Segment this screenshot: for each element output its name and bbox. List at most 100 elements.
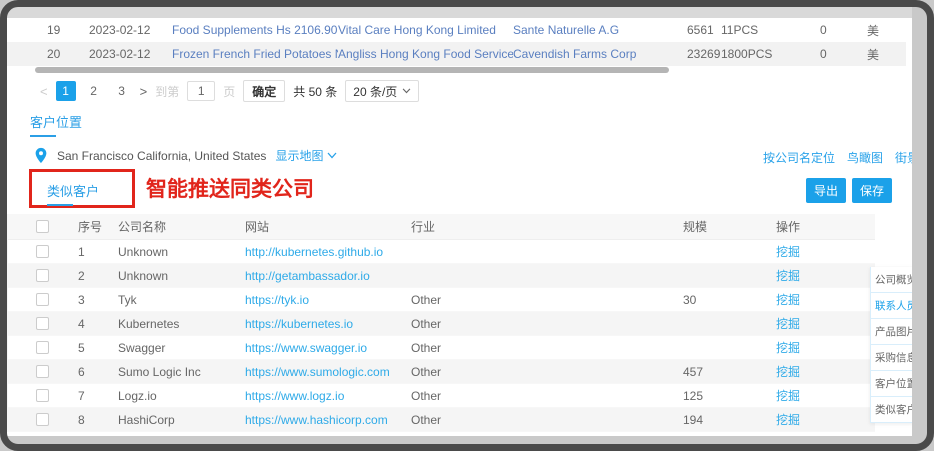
col-header-name: 公司名称 — [118, 218, 245, 235]
nav-item[interactable]: 采购信息 — [870, 345, 912, 371]
product-link[interactable]: Frozen French Fried Potatoes Net ... — [172, 47, 338, 61]
locate-by-company-link[interactable]: 按公司名定位 — [763, 149, 835, 166]
industry-value: Other — [411, 293, 683, 307]
nav-item[interactable]: 类似客户 — [870, 397, 912, 423]
row-checkbox[interactable] — [36, 269, 49, 282]
row-checkbox[interactable] — [36, 413, 49, 426]
street-view-link[interactable]: 街景 — [895, 149, 912, 166]
row-checkbox[interactable] — [36, 245, 49, 258]
table-row[interactable]: 3 Tyk https://tyk.io Other 30 挖掘 — [8, 288, 875, 312]
row-number: 3 — [78, 293, 118, 307]
consignee-link[interactable]: Vital Care Hong Kong Limited — [338, 23, 513, 37]
mine-action-link[interactable]: 挖掘 — [776, 267, 875, 284]
table-header-row: 序号 公司名称 网站 行业 规模 操作 — [8, 214, 875, 240]
industry-value: Other — [411, 389, 683, 403]
row-number: 5 — [78, 341, 118, 355]
nav-item[interactable]: 联系人员 — [870, 293, 912, 319]
table-row[interactable]: 4 Kubernetes https://kubernetes.io Other… — [8, 312, 875, 336]
scale-value: 194 — [683, 413, 776, 427]
company-name: HashiCorp — [118, 413, 245, 427]
page-content: 19 2023-02-12 Food Supplements Hs 2106.9… — [7, 7, 912, 436]
website-link[interactable]: https://kubernetes.io — [245, 317, 411, 331]
goto-page-input[interactable] — [187, 81, 215, 101]
company-name: Unknown — [118, 269, 245, 283]
birdseye-view-link[interactable]: 鸟瞰图 — [847, 149, 883, 166]
table-row[interactable]: 2 Unknown http://getambassador.io 挖掘 — [8, 264, 875, 288]
quantity-value: 11PCS — [721, 23, 820, 37]
table-row[interactable]: 19 2023-02-12 Food Supplements Hs 2106.9… — [7, 18, 906, 42]
page-number-button[interactable]: 1 — [56, 81, 76, 101]
nav-item[interactable]: 客户位置 — [870, 371, 912, 397]
table-row[interactable]: 20 2023-02-12 Frozen French Fried Potato… — [7, 42, 906, 66]
table-row[interactable]: 8 HashiCorp https://www.hashicorp.com Ot… — [8, 408, 875, 432]
page-number-button[interactable]: 2 — [84, 81, 104, 101]
title-underline — [30, 135, 56, 137]
shipper-link[interactable]: Sante Naturelle A.G — [513, 23, 687, 37]
select-all-checkbox[interactable] — [36, 220, 49, 233]
row-checkbox[interactable] — [36, 317, 49, 330]
nav-item[interactable]: 产品图片 — [870, 319, 912, 345]
shipper-link[interactable]: Cavendish Farms Corp — [513, 47, 687, 61]
confirm-page-button[interactable]: 确定 — [243, 80, 285, 102]
nav-item[interactable]: 公司概览 — [870, 267, 912, 293]
similar-customers-title-text: 类似客户 — [47, 184, 99, 199]
table-row[interactable]: 6 Sumo Logic Inc https://www.sumologic.c… — [8, 360, 875, 384]
table-row[interactable]: 7 Logz.io https://www.logz.io Other 125 … — [8, 384, 875, 408]
show-map-link[interactable]: 显示地图 — [275, 147, 337, 164]
similar-customers-title[interactable]: 类似客户 — [47, 181, 99, 206]
clipped-previous-row — [7, 7, 912, 18]
horizontal-scrollbar-thumb[interactable] — [35, 67, 669, 73]
website-link[interactable]: https://www.logz.io — [245, 389, 411, 403]
website-link[interactable]: https://www.hashicorp.com — [245, 413, 411, 427]
customer-location-title[interactable]: 客户位置 — [30, 112, 82, 137]
map-pin-icon — [34, 147, 48, 164]
col-header-industry: 行业 — [411, 218, 683, 235]
page-unit-label: 页 — [223, 83, 235, 100]
mine-action-link[interactable]: 挖掘 — [776, 291, 875, 308]
prev-page-arrow[interactable]: < — [40, 84, 48, 99]
mine-action-link[interactable]: 挖掘 — [776, 387, 875, 404]
similar-customers-table: 序号 公司名称 网站 行业 规模 操作 1 Unknown http://kub… — [7, 214, 875, 432]
next-page-arrow[interactable]: > — [140, 84, 148, 99]
export-button[interactable]: 导出 — [806, 178, 846, 203]
mine-action-link[interactable]: 挖掘 — [776, 363, 875, 380]
save-button[interactable]: 保存 — [852, 178, 892, 203]
row-number: 6 — [78, 365, 118, 379]
product-link[interactable]: Food Supplements Hs 2106.90 Cers... — [172, 23, 338, 37]
row-checkbox[interactable] — [36, 293, 49, 306]
weight-value: 23269 — [687, 47, 721, 61]
website-link[interactable]: http://getambassador.io — [245, 269, 411, 283]
consignee-link[interactable]: Angliss Hong Kong Food Service Ltd — [338, 47, 513, 61]
page-number-button[interactable]: 3 — [112, 81, 132, 101]
mine-action-link[interactable]: 挖掘 — [776, 411, 875, 428]
industry-value: Other — [411, 413, 683, 427]
website-link[interactable]: https://www.sumologic.com — [245, 365, 411, 379]
mine-action-link[interactable]: 挖掘 — [776, 339, 875, 356]
mine-action-link[interactable]: 挖掘 — [776, 243, 875, 260]
col-header-website: 网站 — [245, 218, 411, 235]
country-value: 美 — [867, 46, 906, 63]
company-name: Tyk — [118, 293, 245, 307]
scale-value: 457 — [683, 365, 776, 379]
website-link[interactable]: http://kubernetes.github.io — [245, 245, 411, 259]
row-checkbox[interactable] — [36, 389, 49, 402]
row-number: 8 — [78, 413, 118, 427]
mine-action-link[interactable]: 挖掘 — [776, 315, 875, 332]
table-row[interactable]: 1 Unknown http://kubernetes.github.io 挖掘 — [8, 240, 875, 264]
row-number: 2 — [78, 269, 118, 283]
row-checkbox[interactable] — [36, 341, 49, 354]
location-text: San Francisco California, United States — [57, 149, 266, 163]
page-size-select[interactable]: 20 条/页 — [345, 80, 419, 102]
website-link[interactable]: https://tyk.io — [245, 293, 411, 307]
website-link[interactable]: https://www.swagger.io — [245, 341, 411, 355]
table-row[interactable]: 5 Swagger https://www.swagger.io Other 挖… — [8, 336, 875, 360]
company-name: Logz.io — [118, 389, 245, 403]
industry-value: Other — [411, 341, 683, 355]
row-number: 4 — [78, 317, 118, 331]
shipment-date: 2023-02-12 — [89, 47, 172, 61]
row-checkbox[interactable] — [36, 365, 49, 378]
chevron-down-icon — [402, 88, 411, 94]
company-name: Swagger — [118, 341, 245, 355]
show-map-label: 显示地图 — [275, 147, 323, 164]
title-underline — [47, 204, 73, 206]
